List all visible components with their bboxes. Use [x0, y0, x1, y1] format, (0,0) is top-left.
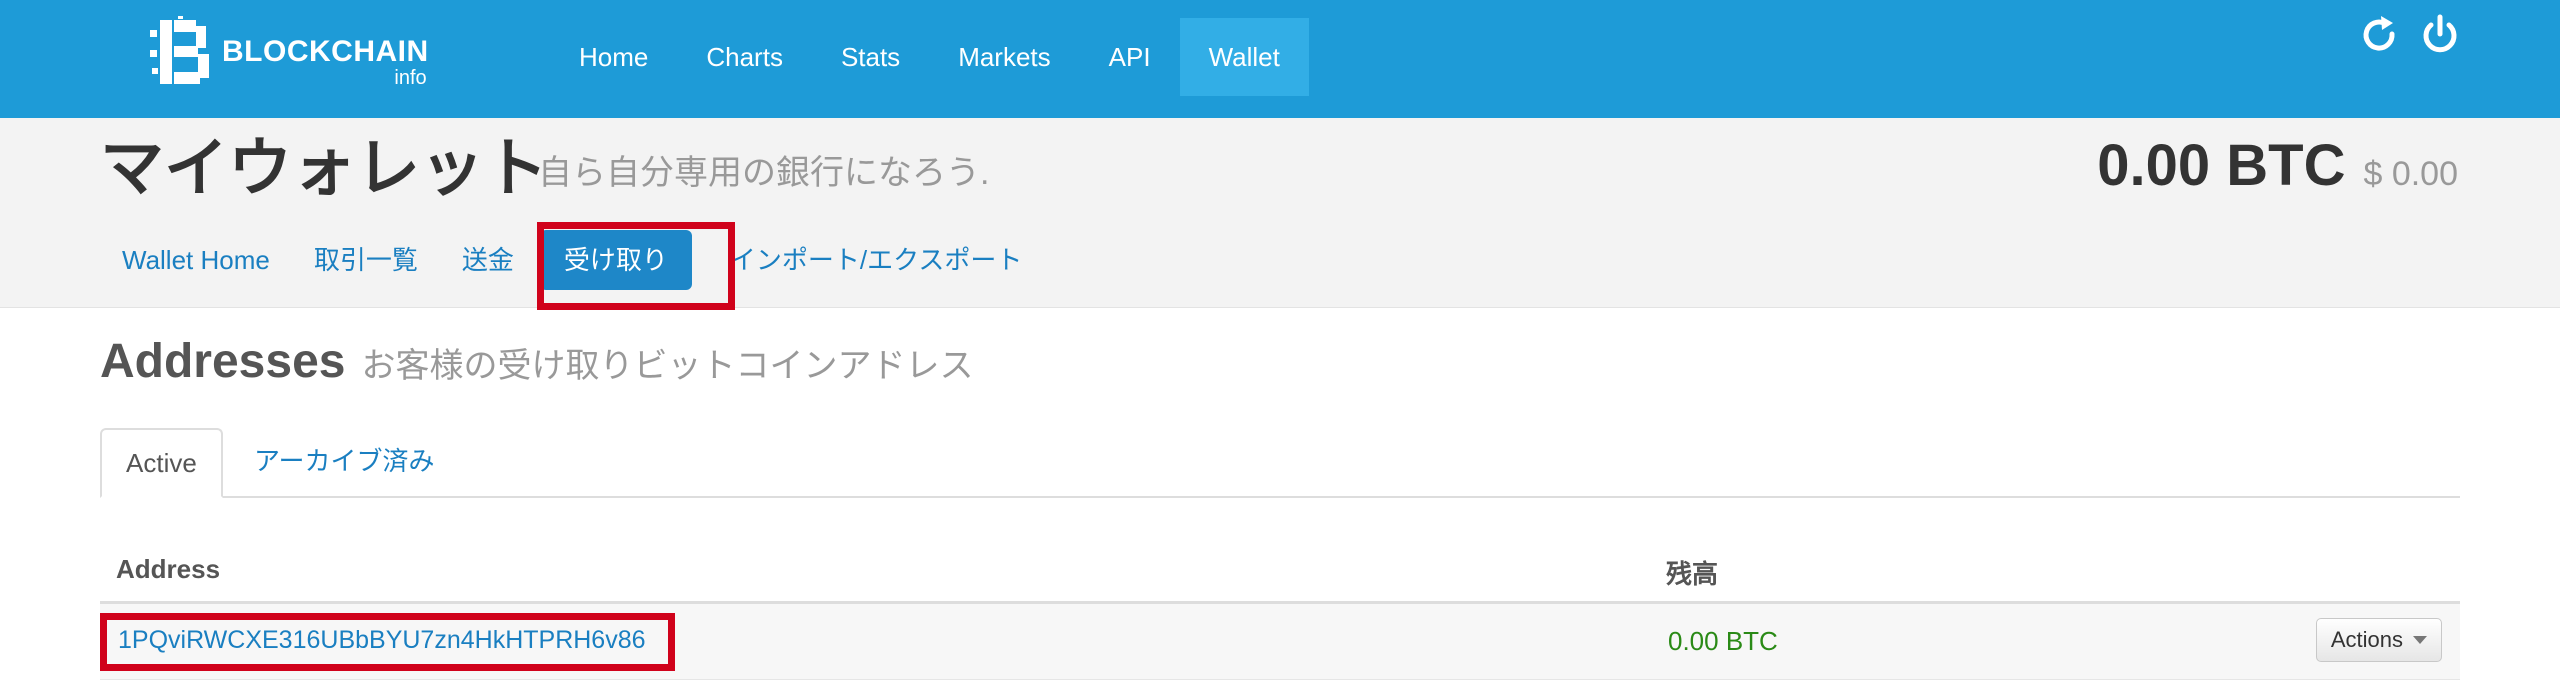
- blockchain-logo[interactable]: BLOCKCHAIN info: [150, 16, 429, 90]
- refresh-icon[interactable]: [2358, 14, 2402, 58]
- section-title: Addresses: [100, 335, 346, 388]
- nav-wallet[interactable]: Wallet: [1179, 18, 1309, 96]
- actions-label: Actions: [2330, 627, 2403, 652]
- section-subtitle: お客様の受け取りビットコインアドレス: [361, 347, 974, 385]
- header-balance: 残高: [1666, 559, 1719, 589]
- actions-dropdown-button[interactable]: Actions: [2315, 618, 2442, 662]
- subnav-import-export[interactable]: インポート/エクスポート: [708, 230, 1044, 290]
- address-highlight-box: [100, 613, 675, 671]
- address-balance: 0.00 BTC: [1668, 626, 1778, 656]
- tab-active[interactable]: Active: [100, 428, 223, 498]
- nav-stats[interactable]: Stats: [812, 18, 929, 96]
- main-nav: Home Charts Stats Markets API Wallet: [550, 18, 1309, 96]
- receive-highlight-box: [537, 222, 735, 310]
- balance-btc: 0.00 BTC: [2097, 133, 2346, 198]
- tab-archived[interactable]: アーカイブ済み: [230, 428, 458, 498]
- nav-markets[interactable]: Markets: [929, 18, 1079, 96]
- subnav-transactions[interactable]: 取引一覧: [292, 230, 440, 290]
- logo-text: BLOCKCHAIN info: [222, 35, 429, 90]
- top-navbar: BLOCKCHAIN info Home Charts Stats Market…: [0, 0, 2560, 118]
- nav-charts[interactable]: Charts: [677, 18, 812, 96]
- wallet-header: マイウォレット 自ら自分専用の銀行になろう. 0.00 BTC $ 0.00 W…: [0, 118, 2560, 310]
- page-subtitle: 自ら自分専用の銀行になろう.: [538, 154, 990, 192]
- blockchain-logo-icon: [150, 16, 212, 88]
- page-title: マイウォレット: [100, 132, 548, 204]
- nav-api[interactable]: API: [1080, 18, 1180, 96]
- addresses-heading: Addresses お客様の受け取りビットコインアドレス: [100, 334, 973, 389]
- wallet-balance[interactable]: 0.00 BTC $ 0.00: [2097, 132, 2458, 199]
- address-tabs: Active アーカイブ済み: [100, 428, 2460, 498]
- logo-sub: info: [394, 67, 427, 89]
- caret-down-icon: [2413, 636, 2427, 644]
- balance-usd: $ 0.00: [2363, 155, 2458, 193]
- subnav-wallet-home[interactable]: Wallet Home: [100, 230, 292, 290]
- subnav-send[interactable]: 送金: [440, 230, 536, 290]
- power-icon[interactable]: [2418, 14, 2462, 58]
- nav-home[interactable]: Home: [550, 18, 677, 96]
- header-address: Address: [116, 554, 221, 584]
- logo-name: BLOCKCHAIN: [222, 35, 429, 68]
- table-header: Address 残高: [100, 534, 2460, 604]
